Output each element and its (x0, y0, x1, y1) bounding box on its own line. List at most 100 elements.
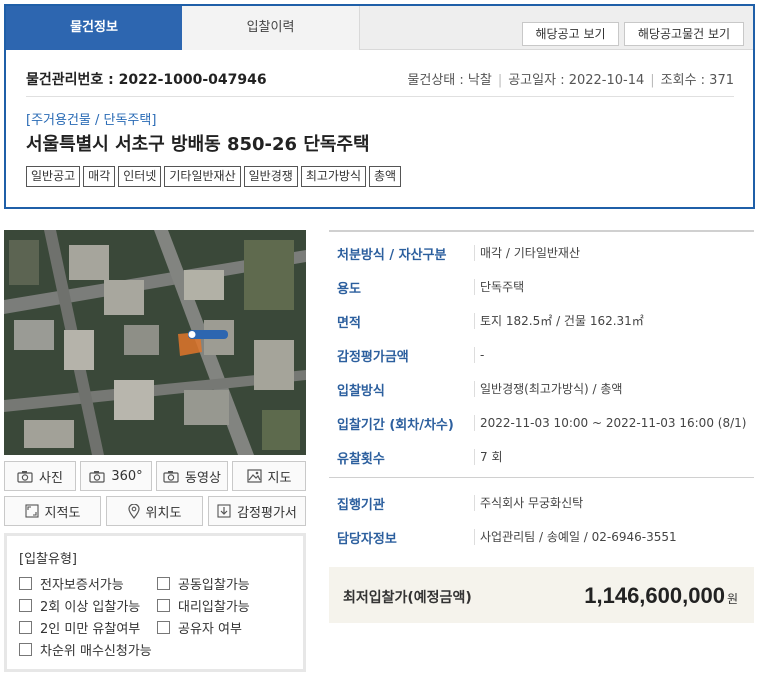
min-bid-price-box: 최저입찰가(예정금액) 1,146,600,000 원 (329, 567, 754, 623)
bid-type-title: [입찰유형] (19, 552, 77, 567)
checkbox (157, 599, 170, 612)
tag: 최고가방식 (300, 166, 367, 187)
bid-option-label: 2인 미만 유찰여부 (40, 622, 141, 637)
view-notice-items-button[interactable]: 해당공고물건 보기 (624, 22, 744, 46)
bid-option-label: 2회 이상 입찰가능 (40, 600, 141, 615)
detail-table: 처분방식 / 자산구분 매각 / 기타일반재산 용도 단독주택 면적 토지 18… (329, 230, 754, 555)
tag: 매각 (83, 166, 116, 187)
detail-value: - (474, 347, 484, 363)
tab-item-info[interactable]: 물건정보 (6, 6, 182, 50)
detail-label: 용도 (337, 282, 361, 297)
section-divider (329, 477, 754, 478)
video-button[interactable]: 동영상 (156, 461, 228, 491)
tag-list: 일반공고 매각 인터넷 기타일반재산 일반경쟁 최고가방식 총액 (26, 166, 402, 187)
price-unit: 원 (726, 592, 738, 606)
appraisal-button[interactable]: 감정평가서 (208, 496, 306, 526)
detail-label: 입찰방식 (337, 384, 385, 399)
photo-button-label: 사진 (39, 470, 63, 486)
checkbox (19, 599, 32, 612)
detail-label: 유찰횟수 (337, 452, 385, 467)
cadastral-button-label: 지적도 (44, 505, 81, 521)
detail-label: 면적 (337, 316, 361, 331)
checkbox (157, 577, 170, 590)
detail-row: 입찰기간 (회차/차수) 2022-11-03 10:00 ~ 2022-11-… (329, 405, 754, 439)
view-count: 조회수 : 371 (660, 73, 734, 88)
map-pin-icon (127, 503, 140, 519)
tag: 총액 (369, 166, 402, 187)
view360-button-label: 360° (111, 468, 143, 484)
min-bid-price: 1,146,600,000 원 (584, 583, 738, 609)
bid-type-box: [입찰유형] 전자보증서가능 공동입찰가능 2회 이상 입찰가능 대리입찰가능 … (4, 533, 306, 672)
map-button[interactable]: 지도 (232, 461, 306, 491)
tag: 일반공고 (26, 166, 81, 187)
appraisal-button-label: 감정평가서 (237, 505, 297, 521)
bid-option-label: 전자보증서가능 (40, 578, 124, 593)
view-notice-button[interactable]: 해당공고 보기 (522, 22, 619, 46)
tag: 인터넷 (118, 166, 162, 187)
detail-value: 단독주택 (474, 279, 524, 295)
detail-value: 7 회 (474, 449, 503, 465)
image-icon (246, 469, 262, 483)
checkbox (19, 643, 32, 656)
detail-row: 담당자정보 사업관리팀 / 송예일 / 02-6946-3551 (329, 519, 754, 553)
detail-value: 주식회사 무궁화신탁 (474, 495, 583, 511)
photo-button[interactable]: 사진 (4, 461, 76, 491)
bid-option-label: 공동입찰가능 (178, 578, 250, 593)
detail-label: 감정평가금액 (337, 350, 409, 365)
management-number: 물건관리번호 : 2022-1000-047946 (26, 72, 267, 88)
checkbox (157, 621, 170, 634)
detail-row: 용도 단독주택 (329, 269, 754, 303)
bid-option-e-guarantee: 전자보증서가능 (19, 574, 124, 593)
item-status: 물건상태 : 낙찰 (407, 73, 492, 88)
item-address: 서울특별시 서초구 방배동 850-26 단독주택 (26, 134, 370, 155)
item-meta: 물건상태 : 낙찰 | 공고일자 : 2022-10-14 | 조회수 : 371 (407, 73, 734, 88)
map-button-label: 지도 (267, 470, 292, 486)
bid-option-label: 대리입찰가능 (178, 600, 250, 615)
detail-row: 입찰방식 일반경쟁(최고가방식) / 총액 (329, 371, 754, 405)
detail-row: 처분방식 / 자산구분 매각 / 기타일반재산 (329, 235, 754, 269)
cadastral-button[interactable]: 지적도 (4, 496, 101, 526)
detail-label: 입찰기간 (회차/차수) (337, 418, 454, 433)
camera-icon (17, 470, 33, 483)
bid-option-co-owner: 공유자 여부 (157, 618, 242, 637)
bid-option-label: 공유자 여부 (178, 622, 242, 637)
item-info-panel: 물건정보 입찰이력 해당공고 보기 해당공고물건 보기 물건관리번호 : 202… (4, 4, 755, 209)
location-button-label: 위치도 (145, 505, 182, 521)
bid-option-next-rank: 차순위 매수신청가능 (19, 640, 152, 659)
download-icon (217, 504, 231, 518)
tab-bid-history[interactable]: 입찰이력 (182, 6, 360, 50)
tab-bar: 물건정보 입찰이력 해당공고 보기 해당공고물건 보기 (6, 6, 753, 50)
bid-option-less-than-two: 2인 미만 유찰여부 (19, 618, 140, 637)
bid-option-label: 차순위 매수신청가능 (40, 644, 152, 659)
detail-value: 2022-11-03 10:00 ~ 2022-11-03 16:00 (8/1… (474, 415, 746, 431)
detail-label: 처분방식 / 자산구분 (337, 248, 447, 263)
view360-button[interactable]: 360° (80, 461, 152, 491)
aerial-map[interactable] (4, 230, 306, 455)
detail-label: 담당자정보 (337, 532, 397, 547)
camera-icon (89, 470, 105, 483)
detail-value: 일반경쟁(최고가방식) / 총액 (474, 381, 622, 397)
info-row: 물건관리번호 : 2022-1000-047946 물건상태 : 낙찰 | 공고일자… (26, 67, 734, 97)
camera-icon (163, 470, 179, 483)
bid-option-joint: 공동입찰가능 (157, 574, 250, 593)
bid-option-proxy: 대리입찰가능 (157, 596, 250, 615)
tag: 기타일반재산 (164, 166, 241, 187)
detail-label: 집행기관 (337, 498, 385, 513)
notice-date: 공고일자 : 2022-10-14 (508, 73, 645, 88)
detail-row: 면적 토지 182.5㎡ / 건물 162.31㎡ (329, 303, 754, 337)
detail-value: 사업관리팀 / 송예일 / 02-6946-3551 (474, 529, 677, 545)
min-bid-price-value: 1,146,600,000 (584, 583, 725, 608)
checkbox (19, 621, 32, 634)
bid-option-multiple: 2회 이상 입찰가능 (19, 596, 140, 615)
checkbox (19, 577, 32, 590)
min-bid-price-label: 최저입찰가(예정금액) (343, 590, 472, 606)
aerial-photo (4, 230, 306, 455)
detail-value: 매각 / 기타일반재산 (474, 245, 580, 261)
detail-value: 토지 182.5㎡ / 건물 162.31㎡ (474, 313, 644, 329)
tag: 일반경쟁 (243, 166, 298, 187)
location-button[interactable]: 위치도 (106, 496, 203, 526)
detail-row: 유찰횟수 7 회 (329, 439, 754, 473)
detail-row: 집행기관 주식회사 무궁화신탁 (329, 485, 754, 519)
item-category: [주거용건물 / 단독주택] (26, 113, 157, 128)
video-button-label: 동영상 (185, 470, 221, 486)
